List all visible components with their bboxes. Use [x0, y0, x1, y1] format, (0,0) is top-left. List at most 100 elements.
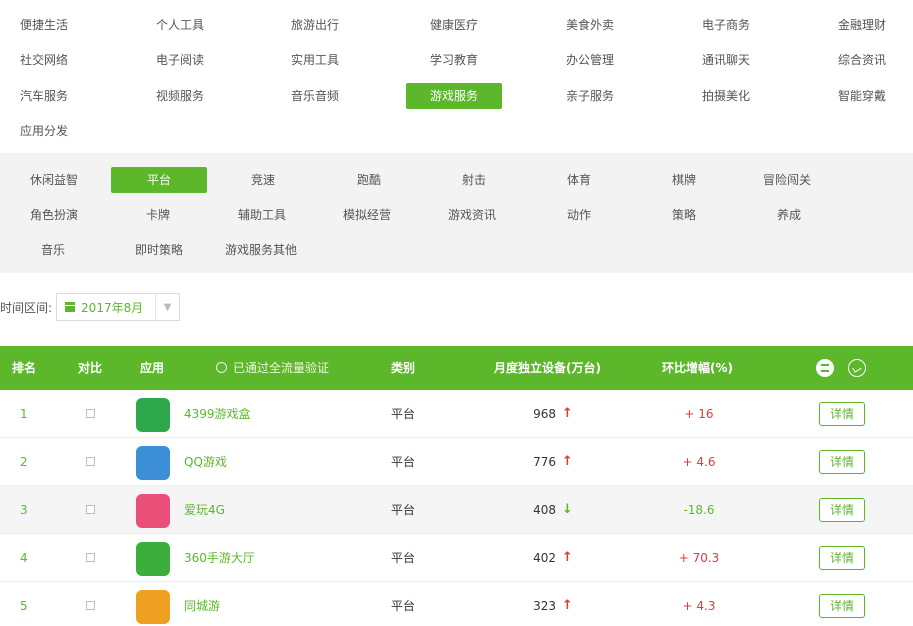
- category-item-ereading[interactable]: 电子阅读: [156, 47, 204, 73]
- compare-checkbox[interactable]: [86, 601, 95, 610]
- category-item-game-services[interactable]: 游戏服务: [406, 83, 502, 109]
- qq-game-app-icon[interactable]: [136, 446, 170, 480]
- subcategory-item-casual[interactable]: 休闲益智: [30, 167, 78, 193]
- devices-cell: 323: [533, 599, 556, 613]
- devices-cell: 968: [533, 407, 556, 421]
- subcategory-item-adventure[interactable]: 冒险闯关: [763, 167, 811, 193]
- subcategory-panel: 休闲益智 平台 竞速 跑酷 射击 体育 棋牌 冒险闯关 角色扮演 卡牌 辅助工具…: [0, 153, 913, 273]
- category-item-social[interactable]: 社交网络: [20, 47, 68, 73]
- compare-checkbox[interactable]: [86, 505, 95, 514]
- subcategory-item-music[interactable]: 音乐: [41, 237, 65, 263]
- list-view-icon[interactable]: [816, 359, 834, 377]
- table-row: 5 同城游 平台 323 ↑ + 4.3 详情: [0, 582, 913, 626]
- details-button[interactable]: 详情: [819, 402, 865, 426]
- time-range-filter: 时间区间: 2017年8月 ▼: [0, 292, 181, 322]
- app-name-link[interactable]: 360手游大厅: [184, 534, 255, 582]
- app-name-link[interactable]: 4399游戏盒: [184, 390, 251, 438]
- header-verified-filter[interactable]: 已通过全流量验证: [216, 346, 329, 390]
- compare-checkbox[interactable]: [86, 553, 95, 562]
- header-app: 应用: [140, 361, 165, 375]
- subcategory-item-game-services-other[interactable]: 游戏服务其他: [225, 237, 297, 263]
- category-cell: 平台: [391, 503, 416, 517]
- time-range-label: 时间区间:: [0, 300, 53, 315]
- app-name-link[interactable]: 爱玩4G: [184, 486, 225, 534]
- category-item-video[interactable]: 视频服务: [156, 83, 204, 109]
- table-row: 4 360手游大厅 平台 402 ↑ + 70.3 详情: [0, 534, 913, 582]
- rank-cell: 1: [20, 407, 28, 421]
- category-item-parenting[interactable]: 亲子服务: [566, 83, 614, 109]
- subcategory-item-rpg[interactable]: 角色扮演: [30, 202, 78, 228]
- category-item-travel[interactable]: 旅游出行: [291, 12, 339, 38]
- subcategory-item-card[interactable]: 卡牌: [146, 202, 170, 228]
- category-item-utilities[interactable]: 实用工具: [291, 47, 339, 73]
- trend-up-icon: ↑: [562, 598, 573, 613]
- category-item-wearables[interactable]: 智能穿戴: [838, 83, 886, 109]
- details-button[interactable]: 详情: [819, 594, 865, 618]
- chart-view-icon[interactable]: [848, 359, 866, 377]
- category-item-food[interactable]: 美食外卖: [566, 12, 614, 38]
- subcategory-item-simulation[interactable]: 模拟经营: [343, 202, 391, 228]
- category-cell: 平台: [391, 599, 416, 613]
- header-verified-label: 已通过全流量验证: [233, 361, 330, 375]
- subcategory-item-rts[interactable]: 即时策略: [135, 237, 183, 263]
- app-name-link[interactable]: 同城游: [184, 582, 220, 626]
- tongchengyou-app-icon[interactable]: [136, 590, 170, 624]
- category-cell: 平台: [391, 455, 416, 469]
- calendar-icon: [65, 302, 76, 312]
- table-row: 2 QQ游戏 平台 776 ↑ + 4.6 详情: [0, 438, 913, 486]
- subcategory-item-sports[interactable]: 体育: [567, 167, 591, 193]
- rank-cell: 5: [20, 599, 28, 613]
- growth-cell: + 70.3: [678, 551, 720, 565]
- rank-cell: 3: [20, 503, 28, 517]
- subcategory-item-strategy[interactable]: 策略: [672, 202, 696, 228]
- growth-cell: + 4.3: [682, 599, 716, 613]
- subcategory-item-shooting[interactable]: 射击: [462, 167, 486, 193]
- subcategory-item-racing[interactable]: 竞速: [251, 167, 275, 193]
- subcategory-item-assist-tools[interactable]: 辅助工具: [238, 202, 286, 228]
- 360-game-app-icon[interactable]: [136, 542, 170, 576]
- subcategory-item-action[interactable]: 动作: [567, 202, 591, 228]
- category-item-personal-tools[interactable]: 个人工具: [156, 12, 204, 38]
- growth-cell: -18.6: [683, 503, 715, 517]
- category-item-finance[interactable]: 金融理财: [838, 12, 886, 38]
- dropdown-caret-icon[interactable]: ▼: [155, 294, 179, 320]
- category-item-chat[interactable]: 通讯聊天: [702, 47, 750, 73]
- subcategory-item-platform[interactable]: 平台: [111, 167, 207, 193]
- ranking-table: 排名 对比 应用 已通过全流量验证 类别 月度独立设备(万台) 环比增幅(%) …: [0, 346, 913, 626]
- category-item-photo[interactable]: 拍摄美化: [702, 83, 750, 109]
- app-name-link[interactable]: QQ游戏: [184, 438, 227, 486]
- subcategory-item-game-news[interactable]: 游戏资讯: [448, 202, 496, 228]
- header-devices[interactable]: 月度独立设备(万台): [494, 346, 601, 390]
- subcategory-item-parkour[interactable]: 跑酷: [357, 167, 381, 193]
- category-item-music[interactable]: 音乐音频: [291, 83, 339, 109]
- table-row: 1 4399游戏盒 平台 968 ↑ + 16 详情: [0, 390, 913, 438]
- compare-checkbox[interactable]: [86, 457, 95, 466]
- growth-cell: + 4.6: [682, 455, 716, 469]
- category-item-health[interactable]: 健康医疗: [430, 12, 478, 38]
- details-button[interactable]: 详情: [819, 498, 865, 522]
- category-item-education[interactable]: 学习教育: [430, 47, 478, 73]
- header-category: 类别: [391, 361, 416, 375]
- subcategory-item-board-cards[interactable]: 棋牌: [672, 167, 696, 193]
- category-item-news[interactable]: 综合资讯: [838, 47, 886, 73]
- 4399-app-icon[interactable]: [136, 398, 170, 432]
- category-item-auto[interactable]: 汽车服务: [20, 83, 68, 109]
- header-growth[interactable]: 环比增幅(%): [662, 346, 733, 390]
- month-select[interactable]: 2017年8月 ▼: [56, 293, 181, 321]
- table-header: 排名 对比 应用 已通过全流量验证 类别 月度独立设备(万台) 环比增幅(%): [0, 346, 913, 390]
- trend-up-icon: ↑: [562, 454, 573, 469]
- details-button[interactable]: 详情: [819, 546, 865, 570]
- compare-checkbox[interactable]: [86, 409, 95, 418]
- category-item-ecommerce[interactable]: 电子商务: [702, 12, 750, 38]
- header-rank: 排名: [12, 361, 37, 375]
- category-item-app-distribution[interactable]: 应用分发: [20, 118, 68, 144]
- category-cell: 平台: [391, 551, 416, 565]
- category-item-convenient-life[interactable]: 便捷生活: [20, 12, 68, 38]
- trend-down-icon: ↓: [562, 502, 573, 517]
- rank-cell: 2: [20, 455, 28, 469]
- devices-cell: 776: [533, 455, 556, 469]
- aiwan-app-icon[interactable]: [136, 494, 170, 528]
- details-button[interactable]: 详情: [819, 450, 865, 474]
- category-item-office[interactable]: 办公管理: [566, 47, 614, 73]
- subcategory-item-nurturing[interactable]: 养成: [777, 202, 801, 228]
